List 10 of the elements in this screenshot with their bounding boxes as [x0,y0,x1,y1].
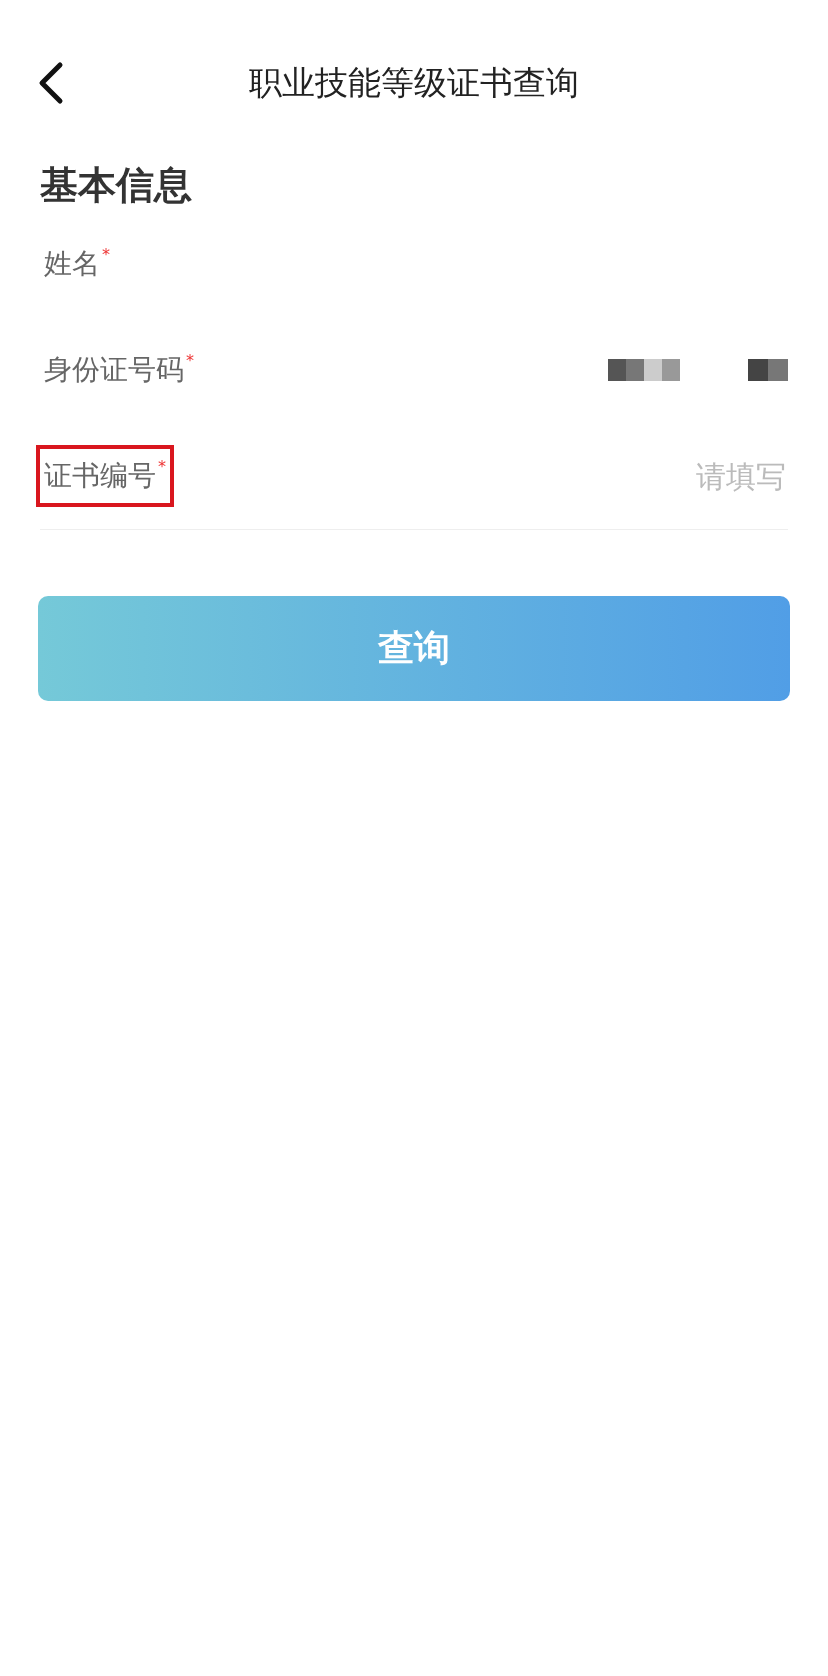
field-label: 证书编号 [44,458,156,494]
field-label: 姓名 [44,246,100,282]
section-title: 基本信息 [40,163,192,207]
page-title: 职业技能等级证书查询 [249,62,579,102]
required-mark: * [102,245,110,264]
required-mark: * [158,457,166,476]
query-button[interactable]: 查询 [38,596,790,701]
required-mark: * [186,351,194,370]
input-field[interactable]: 请填写 [544,457,788,495]
field-label: 身份证号码 [44,352,184,388]
